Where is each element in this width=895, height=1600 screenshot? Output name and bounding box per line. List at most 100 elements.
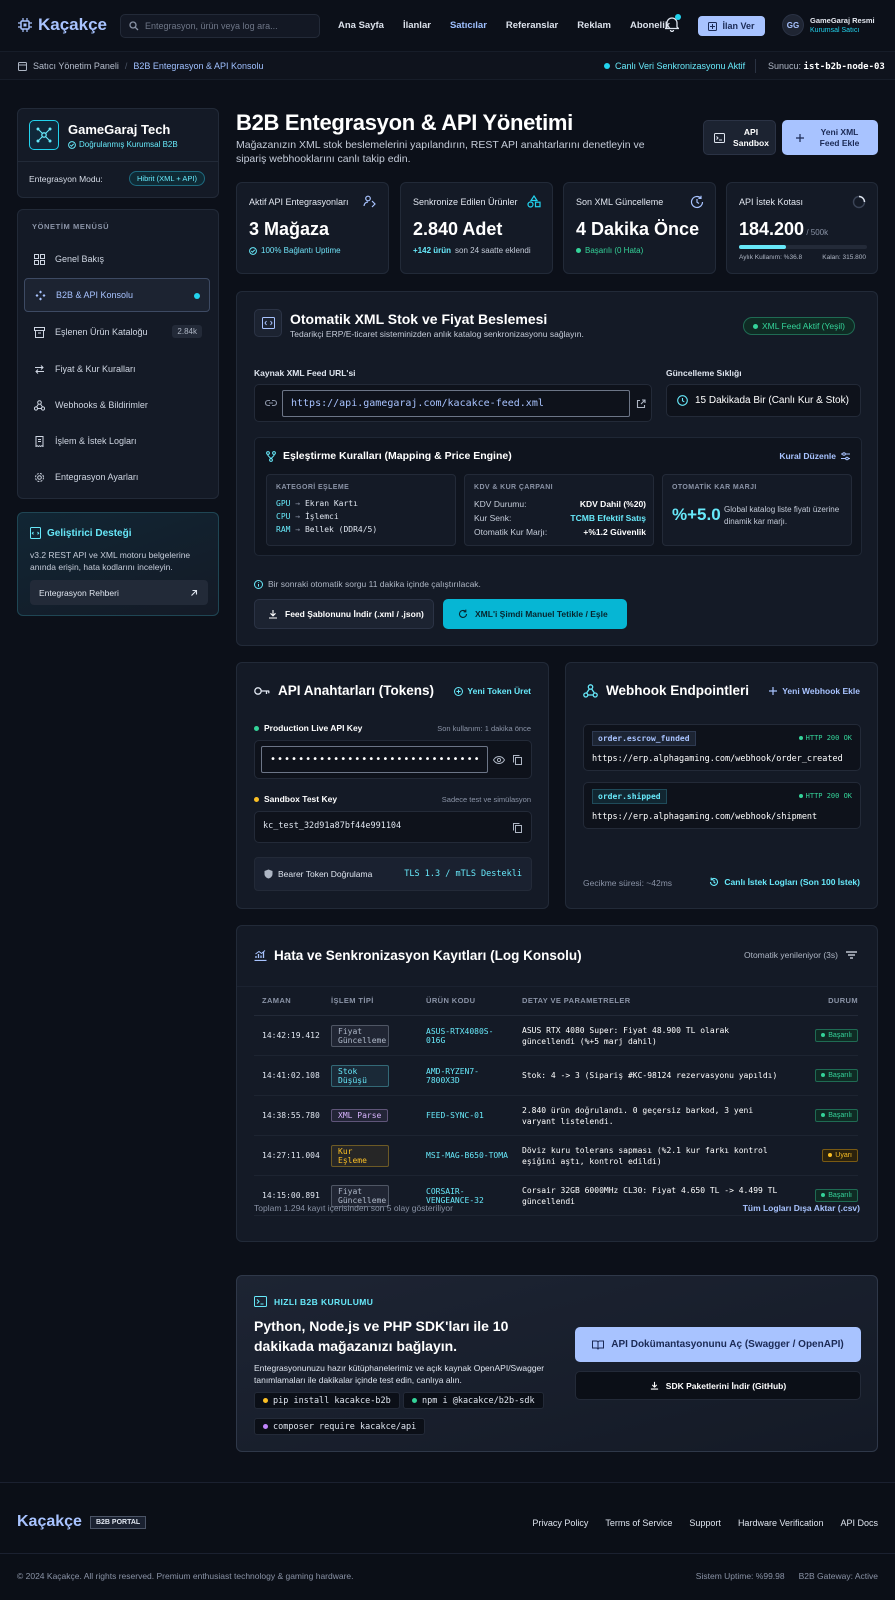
nav-link-ads[interactable]: Reklam <box>577 20 611 31</box>
sidebar-item-logs[interactable]: İşlem & İstek Logları <box>24 424 210 458</box>
table-row[interactable]: 14:27:11.004 Kur Eşleme MSI-MAG-B650-TOMA D… <box>254 1136 858 1176</box>
sidebar-item-catalog[interactable]: Eşlenen Ürün Kataloğu 2.84k <box>24 315 210 349</box>
webhook-item[interactable]: order.shipped HTTP 200 OK https://erp.al… <box>583 782 861 829</box>
eye-icon[interactable] <box>493 756 505 764</box>
table-row[interactable]: 14:38:55.780 XML Parse FEED-SYNC-01 2.840 ü… <box>254 1096 858 1136</box>
plus-circle-icon <box>454 686 464 696</box>
new-token-button[interactable]: Yeni Token Üret <box>454 686 531 696</box>
manual-trigger-label: XML'i Şimdi Manuel Tetikle / Eşle <box>475 609 608 619</box>
live-logs-link[interactable]: Canlı İstek Logları (Son 100 İstek) <box>709 877 860 887</box>
sandbox-key-value[interactable]: kc_test_32d91a87bf44e991104 <box>263 821 401 831</box>
sidebar-item-settings[interactable]: Entegrasyon Ayarları <box>24 460 210 494</box>
log-status-cell: Uyarı <box>792 1149 858 1162</box>
status-badge: Başarılı <box>815 1109 858 1122</box>
nav-link-home[interactable]: Ana Sayfa <box>338 20 384 31</box>
dot <box>263 1398 268 1403</box>
breadcrumb-root[interactable]: Satıcı Yönetim Paneli <box>33 61 119 71</box>
copy-icon[interactable] <box>513 755 522 765</box>
nav-link-listings[interactable]: İlanlar <box>403 20 431 31</box>
footer-link-terms[interactable]: Terms of Service <box>605 1518 672 1528</box>
sidebar-item-webhooks[interactable]: Webhooks & Bildirimler <box>24 388 210 422</box>
log-title-text: Hata ve Senkronizasyon Kayıtları (Log Ko… <box>274 948 582 963</box>
post-listing-label: İlan Ver <box>722 21 755 31</box>
xml-icon-box <box>254 309 282 337</box>
quota-progress-bar <box>739 245 867 249</box>
breadcrumb-bar: Satıcı Yönetim Paneli / B2B Entegrasyon … <box>0 52 895 80</box>
dashboard-icon <box>18 61 27 71</box>
table-row[interactable]: 14:41:02.108 Stok Düşüşü AMD-RYZEN7-7800X3… <box>254 1056 858 1096</box>
log-product-code[interactable]: ASUS-RTX4080S-016G <box>426 1027 522 1045</box>
filter-icon[interactable] <box>846 951 857 959</box>
quota-suffix-text: / 500k <box>806 228 829 237</box>
stat-card-products: Senkronize Edilen Ürünler 2.840 Adet +14… <box>400 182 553 274</box>
quota-value: 184.200 <box>739 219 805 239</box>
map-from: RAM <box>276 525 291 534</box>
command-text: composer require kacakce/api <box>273 1421 417 1432</box>
table-row[interactable]: 14:42:19.412 Fiyat Güncelleme ASUS-RTX4080… <box>254 1016 858 1056</box>
table-row[interactable]: 14:15:00.891 Fiyat Güncelleme CORSAIR-VENG… <box>254 1176 858 1216</box>
brand-logo[interactable]: Kaçakçe <box>18 15 107 35</box>
sidebar-item-label: Fiyat & Kur Kuralları <box>55 364 136 374</box>
log-product-code[interactable]: MSI-MAG-B650-TOMA <box>426 1151 522 1160</box>
chip-icon <box>18 18 32 32</box>
edit-rules-link[interactable]: Kural Düzenle <box>779 451 850 461</box>
category-mapping-row: CPU → İşlemci <box>276 510 377 523</box>
stat-label: Senkronize Edilen Ürünler <box>413 197 518 207</box>
log-product-code[interactable]: FEED-SYNC-01 <box>426 1111 522 1120</box>
live-sync-status: Canlı Veri Senkronizasyonu Aktif <box>604 61 745 71</box>
post-listing-button[interactable]: İlan Ver <box>698 16 765 36</box>
divider <box>755 59 756 73</box>
webhook-item[interactable]: order.escrow_funded HTTP 200 OK https://… <box>583 724 861 771</box>
sidebar-item-pricing-rules[interactable]: Fiyat & Kur Kuralları <box>24 352 210 386</box>
footer-link-support[interactable]: Support <box>689 1518 721 1528</box>
new-webhook-button[interactable]: Yeni Webhook Ekle <box>769 686 860 696</box>
prod-key-input[interactable]: •••••••••••••••••••••••••••••• <box>261 746 488 773</box>
code-file-icon <box>261 317 275 329</box>
frequency-select[interactable]: 15 Dakikada Bir (Canlı Kur & Stok) <box>666 384 861 417</box>
footer-logo[interactable]: Kaçakçe <box>17 1513 82 1531</box>
nav-link-sellers[interactable]: Satıcılar <box>450 20 487 31</box>
server-label: Sunucu: <box>768 61 802 71</box>
search-input[interactable]: Entegrasyon, ürün veya log ara... <box>120 14 320 38</box>
auto-refresh-text: Otomatik yenileniyor (3s) <box>743 950 838 960</box>
copy-icon[interactable] <box>513 823 522 833</box>
footer-link-hardware[interactable]: Hardware Verification <box>738 1518 824 1528</box>
log-product-code[interactable]: AMD-RYZEN7-7800X3D <box>426 1067 522 1085</box>
feed-url-input[interactable]: https://api.gamegaraj.com/kacakce-feed.x… <box>282 390 630 417</box>
notification-dot <box>675 14 681 20</box>
kdv-list: KDV Durumu: KDV Dahil (%20) Kur Senk: TCMB… <box>474 497 646 539</box>
footer-link-privacy[interactable]: Privacy Policy <box>532 1518 588 1528</box>
download-template-button[interactable]: Feed Şablonunu İndir (.xml / .json) <box>254 599 434 629</box>
log-time: 14:27:11.004 <box>262 1151 320 1160</box>
status-dot <box>821 1073 826 1077</box>
integration-guide-label: Entegrasyon Rehberi <box>39 587 119 598</box>
external-link-icon[interactable] <box>636 399 646 409</box>
table-body: 14:42:19.412 Fiyat Güncelleme ASUS-RTX4080… <box>254 1016 858 1216</box>
nav-link-references[interactable]: Referanslar <box>506 20 558 31</box>
sidebar-item-overview[interactable]: Genel Bakış <box>24 242 210 276</box>
new-xml-feed-button[interactable]: Yeni XML Feed Ekle <box>782 120 878 155</box>
sidebar-item-api-console[interactable]: B2B & API Konsolu <box>24 278 210 312</box>
manual-trigger-button[interactable]: XML'i Şimdi Manuel Tetikle / Eşle <box>443 599 627 629</box>
download-sdk-button[interactable]: SDK Paketlerini İndir (GitHub) <box>575 1371 861 1400</box>
prod-key-meta: Son kullanım: 1 dakika önce <box>437 724 531 733</box>
install-command-composer[interactable]: composer require kacakce/api <box>254 1418 426 1435</box>
download-template-label: Feed Şablonunu İndir (.xml / .json) <box>285 609 424 619</box>
main-nav: Ana Sayfa İlanlar Satıcılar Referanslar … <box>338 20 670 31</box>
api-sandbox-button[interactable]: API Sandbox <box>703 120 776 155</box>
notifications-button[interactable] <box>665 14 681 32</box>
quick-text: Entegrasyonunuzu hazır kütüphanelerimiz … <box>254 1363 545 1385</box>
stat-label: Son XML Güncelleme <box>576 197 664 207</box>
integration-guide-button[interactable]: Entegrasyon Rehberi <box>30 580 208 605</box>
user-menu[interactable]: GG GameGaraj Resmi Kurumsal Satıcı <box>782 14 875 36</box>
log-type-tag: Fiyat Güncelleme <box>331 1024 389 1047</box>
sidebar-menu: YÖNETİM MENÜSÜ Genel Bakış B2B & API Kon… <box>17 209 219 499</box>
open-docs-button[interactable]: API Dokümantasyonunu Aç (Swagger / OpenA… <box>575 1327 861 1362</box>
log-product-code[interactable]: CORSAIR-VENGEANCE-32 <box>426 1187 522 1205</box>
column-header: DETAY VE PARAMETRELER <box>522 996 631 1005</box>
install-command-pip[interactable]: pip install kacakce-b2b <box>254 1392 400 1409</box>
category-mapping-list: GPU → Ekran Kartı CPU → İşlemci RAM → Be… <box>276 497 377 536</box>
install-command-npm[interactable]: npm i @kacakce/b2b-sdk <box>403 1392 544 1409</box>
footer-link-api-docs[interactable]: API Docs <box>840 1518 878 1528</box>
clock-refresh-icon <box>690 195 704 209</box>
